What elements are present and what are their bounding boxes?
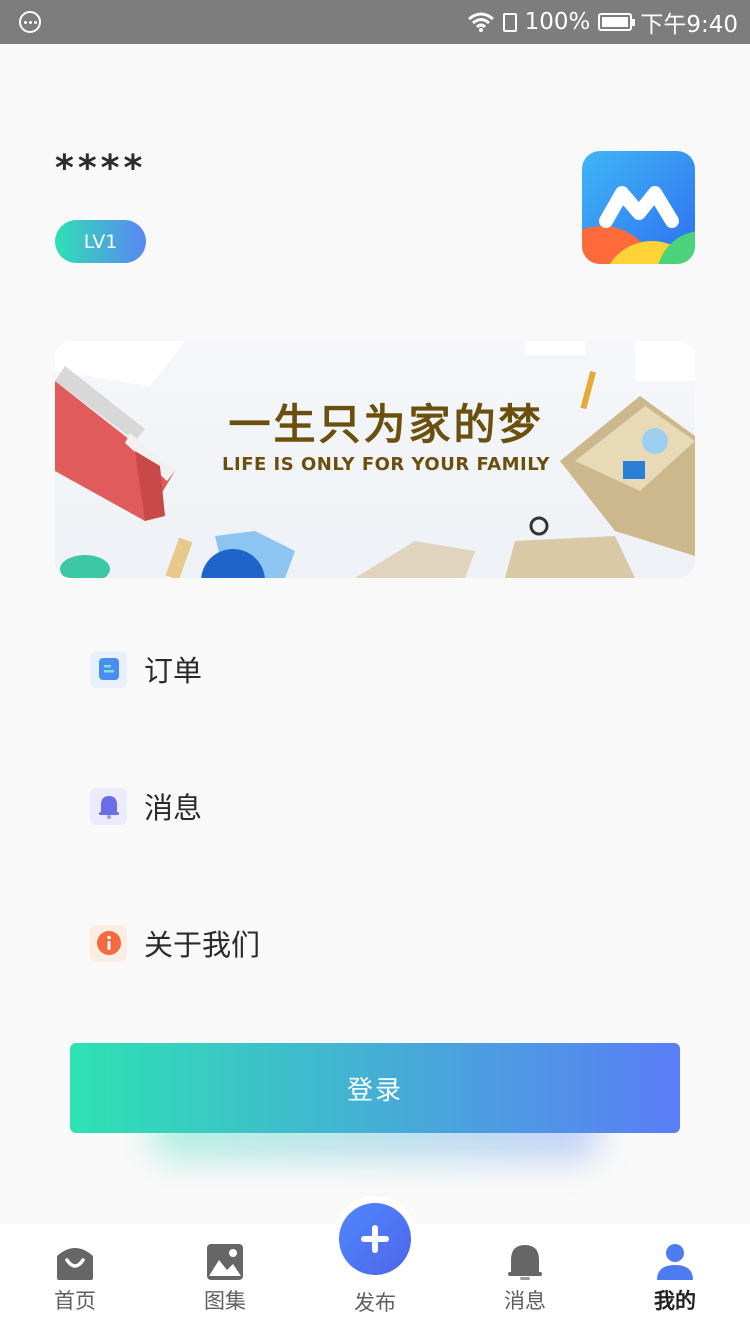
publish-label: 发布 (354, 1291, 396, 1315)
menu-label: 关于我们 (144, 928, 261, 962)
person-icon (657, 1244, 693, 1280)
tab-label: 消息 (504, 1289, 546, 1313)
tab-label: 图集 (204, 1289, 246, 1313)
banner-subtitle: LIFE IS ONLY FOR YOUR FAMILY (222, 454, 550, 475)
login-button[interactable]: 登录 (70, 1043, 680, 1133)
menu-label: 消息 (144, 791, 203, 825)
menu-label: 订单 (144, 654, 203, 688)
home-bag-icon (57, 1248, 93, 1280)
clock: 下午9:40 (640, 12, 738, 38)
app-logo[interactable] (582, 151, 695, 264)
more-dots-icon (19, 11, 41, 33)
menu-item-about-us[interactable]: 关于我们 (90, 913, 650, 973)
menu-item-orders[interactable]: 订单 (90, 639, 650, 699)
tab-label: 我的 (654, 1289, 696, 1313)
status-bar: 100% 下午9:40 (0, 0, 750, 44)
tab-gallery[interactable]: 图集 (150, 1224, 300, 1334)
bell-icon (90, 787, 127, 825)
promo-banner[interactable]: 一生只为家的梦 LIFE IS ONLY FOR YOUR FAMILY (55, 341, 695, 578)
m-logo-icon (582, 186, 695, 264)
sim-icon (502, 12, 517, 32)
order-icon (90, 650, 127, 688)
tab-home[interactable]: 首页 (0, 1224, 150, 1334)
battery-percent: 100% (524, 9, 591, 35)
menu-item-messages[interactable]: 消息 (90, 776, 650, 836)
image-gallery-icon (207, 1244, 243, 1280)
info-icon (90, 924, 127, 962)
battery-icon (598, 13, 636, 31)
tab-mine[interactable]: 我的 (600, 1224, 750, 1334)
level-badge: LV1 (55, 220, 146, 263)
tab-messages[interactable]: 消息 (450, 1224, 600, 1334)
tab-label: 首页 (54, 1289, 96, 1313)
publish-button[interactable] (339, 1203, 411, 1275)
bell-icon (508, 1245, 542, 1280)
banner-title: 一生只为家的梦 (228, 400, 544, 449)
user-name[interactable]: **** (55, 148, 146, 189)
plus-icon (361, 1225, 389, 1253)
wifi-icon (467, 12, 494, 32)
